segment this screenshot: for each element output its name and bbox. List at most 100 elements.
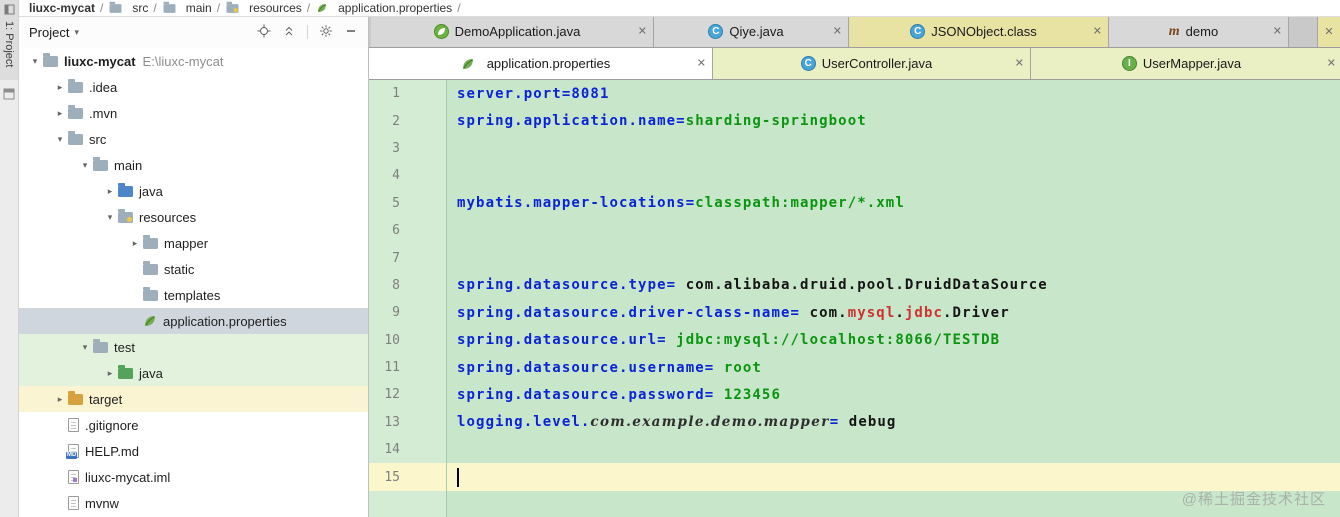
tree-item-java[interactable]: ▸ java <box>19 360 368 386</box>
editor-tab-label: Qiye.java <box>729 24 784 39</box>
code-token: logging.level. <box>457 414 591 431</box>
tree-item--idea[interactable]: ▸ .idea <box>19 74 368 100</box>
collapse-all-icon[interactable] <box>282 24 296 41</box>
chevron-right-icon[interactable]: ▸ <box>52 108 68 119</box>
tree-item-templates[interactable]: templates <box>19 282 368 308</box>
tree-item-java[interactable]: ▸ java <box>19 178 368 204</box>
tree-item-application-properties[interactable]: application.properties <box>19 308 368 334</box>
chevron-right-icon[interactable]: ▸ <box>127 238 143 249</box>
project-stripe-tab[interactable]: 1: Project <box>0 0 18 80</box>
tree-item-liuxc-mycat[interactable]: ▾ liuxc-mycat E:\liuxc-mycat <box>19 48 368 74</box>
chevron-down-icon[interactable]: ▾ <box>77 160 93 171</box>
tree-item-main[interactable]: ▾ main <box>19 152 368 178</box>
editor-tab-demoapplication-java[interactable]: DemoApplication.java ✕ <box>371 16 654 47</box>
hide-panel-icon[interactable] <box>344 24 358 41</box>
tree-item-mvnw[interactable]: mvnw <box>19 490 368 516</box>
code-token: com. <box>809 304 848 321</box>
code-line[interactable]: 6 <box>369 216 1340 245</box>
tree-item-src[interactable]: ▾ src <box>19 126 368 152</box>
editor-tab-application-properties[interactable]: application.properties ✕ <box>369 48 713 79</box>
code-token: spring.datasource.username <box>457 359 705 376</box>
code-token: spring.application.name <box>457 113 677 130</box>
code-line[interactable]: 7 <box>369 244 1340 272</box>
chevron-down-icon[interactable]: ▾ <box>52 134 68 145</box>
editor[interactable]: 1 server.port = 8081 2 spring.application.nam… <box>369 80 1340 517</box>
markdown-file-icon <box>66 444 79 459</box>
chevron-down-icon[interactable]: ▾ <box>102 212 118 223</box>
tree-item-test[interactable]: ▾ test <box>19 334 368 360</box>
breadcrumb-item[interactable]: main <box>162 1 212 15</box>
code-line[interactable]: 1 server.port = 8081 <box>369 80 1340 108</box>
tree-item-liuxc-mycat-iml[interactable]: liuxc-mycat.iml <box>19 464 368 490</box>
code-token: jdbc:mysql://localhost:8066/TESTDB <box>676 332 1001 349</box>
code-line[interactable]: 13 logging.level. com.example.demo.mapper =… <box>369 408 1340 437</box>
close-icon[interactable]: ✕ <box>1324 25 1333 38</box>
folder-icon <box>143 286 158 301</box>
code-line[interactable]: 5 mybatis.mapper-locations = classpath:mapp… <box>369 189 1340 217</box>
code-token: jdbc <box>904 304 944 321</box>
line-number: 5 <box>369 189 447 217</box>
close-icon[interactable]: ✕ <box>638 26 647 37</box>
editor-tab-bar-top: DemoApplication.java ✕ C Qiye.java ✕ C JSONObj… <box>369 16 1340 48</box>
tree-item-help-md[interactable]: HELP.md <box>19 438 368 464</box>
chevron-right-icon[interactable]: ▸ <box>52 82 68 93</box>
breadcrumb-item-label: resources <box>249 1 302 15</box>
breadcrumb-item[interactable]: src <box>108 1 148 15</box>
code-line[interactable]: 14 <box>369 436 1340 464</box>
chevron-right-icon[interactable]: ▸ <box>102 368 118 379</box>
folder-icon <box>68 104 83 119</box>
close-icon[interactable]: ✕ <box>1093 26 1102 37</box>
tool-window-stripe: 1: Project <box>0 0 19 517</box>
module-file-icon <box>68 470 79 484</box>
tree-item-label: java <box>139 365 163 381</box>
excluded-folder-icon <box>68 390 83 405</box>
java-source-folder-icon <box>118 182 133 197</box>
close-icon[interactable]: ✕ <box>1015 58 1024 69</box>
breadcrumb-separator-icon: / <box>153 1 157 15</box>
tree-item-label: application.properties <box>163 313 287 329</box>
code-token: = <box>790 304 810 321</box>
code-token: 8081 <box>571 85 610 102</box>
tree-item-target[interactable]: ▸ target <box>19 386 368 412</box>
code-line[interactable]: 8 spring.datasource.type = com.alibaba.dru… <box>369 271 1340 300</box>
editor-tab-usercontroller-java[interactable]: C UserController.java ✕ <box>713 48 1031 79</box>
chevron-down-icon[interactable]: ▾ <box>77 342 93 353</box>
close-icon[interactable]: ✕ <box>1327 58 1336 69</box>
tree-item-static[interactable]: static <box>19 256 368 282</box>
close-icon[interactable]: ✕ <box>833 26 842 37</box>
chevron-down-icon[interactable]: ▾ <box>27 56 43 67</box>
tree-item-resources[interactable]: ▾ resources <box>19 204 368 230</box>
code-line[interactable]: 2 spring.application.name = sharding-spring… <box>369 107 1340 135</box>
breadcrumb-item[interactable]: liuxc-mycat <box>29 1 95 15</box>
close-icon[interactable]: ✕ <box>697 58 706 69</box>
code-line[interactable]: 4 <box>369 162 1340 190</box>
project-view-selector[interactable]: Project ▾ <box>29 25 79 40</box>
code-line[interactable]: 12 spring.datasource.password = 123456 <box>369 381 1340 409</box>
editor-tab-label: DemoApplication.java <box>454 24 581 39</box>
tree-item--gitignore[interactable]: .gitignore <box>19 412 368 438</box>
chevron-right-icon[interactable]: ▸ <box>102 186 118 197</box>
settings-gear-icon[interactable] <box>319 24 333 41</box>
editor-tab-demo[interactable]: m demo ✕ <box>1109 16 1289 47</box>
code-line[interactable]: 15 <box>369 463 1340 491</box>
code-text: spring.datasource.url = jdbc:mysql://loca… <box>447 327 1340 354</box>
favorites-stripe-icon[interactable] <box>3 88 15 103</box>
editor-tab-overflow-stub[interactable]: ✕ <box>1317 16 1340 47</box>
editor-tab-usermapper-java[interactable]: I UserMapper.java ✕ <box>1031 48 1340 79</box>
close-icon[interactable]: ✕ <box>1273 26 1282 37</box>
editor-tab-jsonobject-class[interactable]: C JSONObject.class ✕ <box>849 16 1109 47</box>
locate-file-icon[interactable] <box>257 24 271 41</box>
editor-tab-qiye-java[interactable]: C Qiye.java ✕ <box>654 16 849 47</box>
chevron-right-icon[interactable]: ▸ <box>52 394 68 405</box>
code-line[interactable]: 11 spring.datasource.username = root <box>369 353 1340 382</box>
tree-item-mapper[interactable]: ▸ mapper <box>19 230 368 256</box>
breadcrumb-item[interactable]: resources <box>225 1 302 15</box>
class-icon: C <box>910 24 926 39</box>
code-line[interactable]: 10 spring.datasource.url = jdbc:mysql://lo… <box>369 326 1340 354</box>
editor-tab-label: demo <box>1185 24 1219 39</box>
tree-item--mvn[interactable]: ▸ .mvn <box>19 100 368 126</box>
code-line[interactable]: 9 spring.datasource.driver-class-name = co… <box>369 299 1340 327</box>
breadcrumb-separator-icon: / <box>100 1 104 15</box>
breadcrumb-item[interactable]: application.properties <box>315 1 452 15</box>
code-line[interactable]: 3 <box>369 134 1340 163</box>
